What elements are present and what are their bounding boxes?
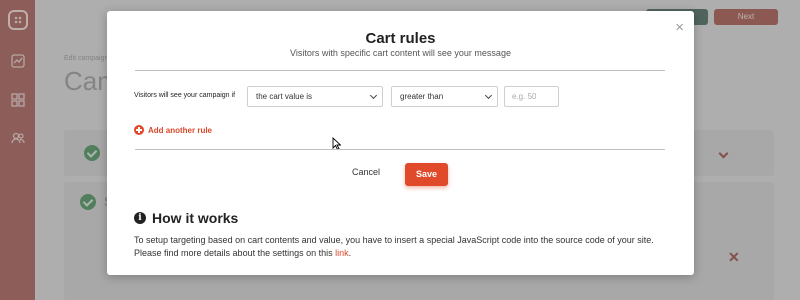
- condition-select-value: the cart value is: [256, 92, 313, 101]
- save-button[interactable]: Save: [405, 163, 448, 186]
- operator-select[interactable]: greater than: [391, 86, 498, 107]
- cart-rules-modal: × Cart rules Visitors with specific cart…: [107, 11, 694, 275]
- divider: [135, 149, 665, 150]
- how-it-works-line1: To setup targeting based on cart content…: [134, 235, 654, 245]
- how-it-works-line2-end: .: [348, 248, 352, 258]
- how-it-works-title: How it works: [152, 210, 239, 226]
- rule-value-placeholder: e.g. 50: [512, 92, 537, 101]
- cancel-button[interactable]: Cancel: [352, 167, 380, 177]
- rule-value-input[interactable]: e.g. 50: [504, 86, 559, 107]
- condition-select[interactable]: the cart value is: [247, 86, 383, 107]
- how-it-works-line2: Please find more details about the setti…: [134, 247, 674, 260]
- how-it-works-text: To setup targeting based on cart content…: [134, 234, 674, 260]
- mouse-cursor-icon: [332, 136, 342, 155]
- divider: [135, 70, 665, 71]
- add-rule-label: Add another rule: [148, 125, 213, 135]
- add-rule-button[interactable]: Add another rule: [134, 124, 212, 136]
- how-it-works-line2-text: Please find more details about the setti…: [134, 248, 336, 258]
- info-icon: i: [134, 212, 146, 224]
- chevron-down-icon: [369, 91, 378, 100]
- modal-title: Cart rules: [365, 30, 436, 47]
- rule-label: Visitors will see your campaign if: [134, 92, 236, 99]
- details-link[interactable]: link: [335, 248, 349, 258]
- how-it-works-heading: i How it works: [134, 210, 238, 226]
- modal-subtitle: Visitors with specific cart content will…: [290, 48, 511, 58]
- chevron-down-icon: [484, 91, 493, 100]
- plus-circle-icon: [134, 125, 144, 135]
- operator-select-value: greater than: [400, 92, 444, 101]
